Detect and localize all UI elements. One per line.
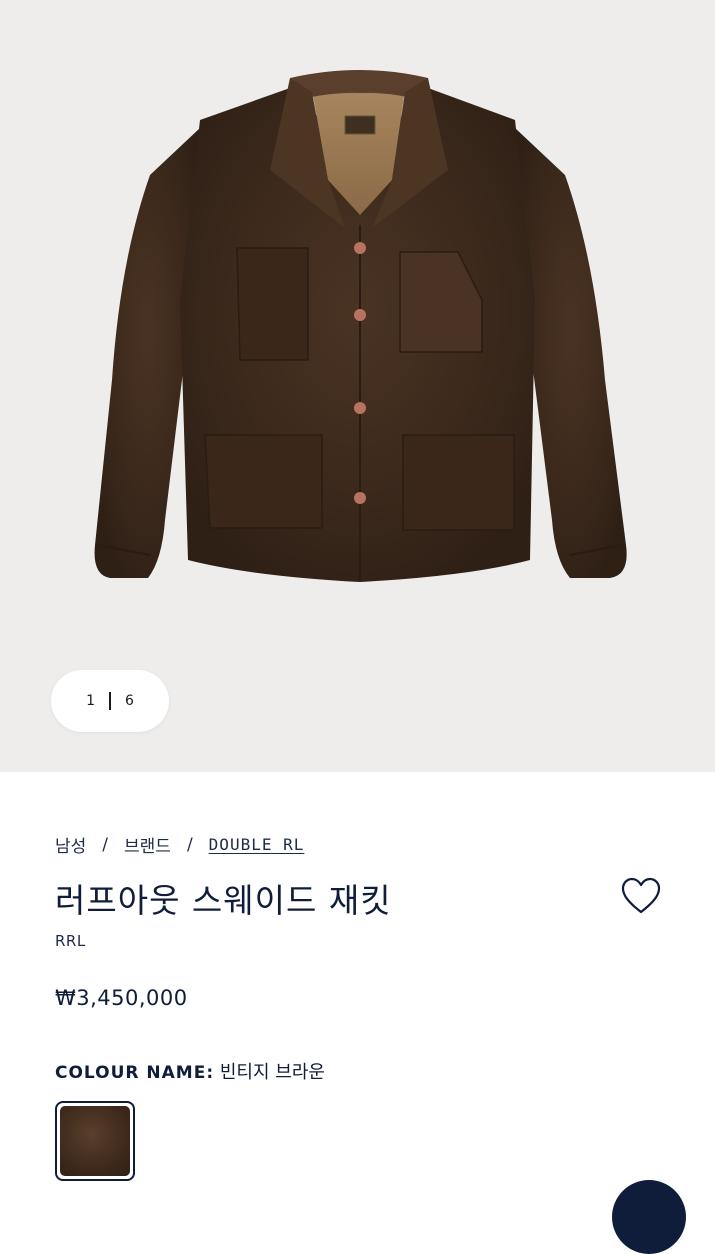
breadcrumb: 남성 / 브랜드 / DOUBLE RL bbox=[55, 832, 305, 858]
floating-action-button[interactable] bbox=[612, 1180, 686, 1254]
colour-name-row: COLOUR NAME: 빈티지 브라운 bbox=[55, 1058, 325, 1084]
breadcrumb-item-brand[interactable]: 브랜드 bbox=[124, 832, 171, 857]
colour-swatch-selected[interactable] bbox=[55, 1101, 135, 1181]
colour-name-value: 빈티지 브라운 bbox=[219, 1062, 325, 1083]
image-counter: 1 6 bbox=[51, 670, 169, 732]
product-price: ₩3,450,000 bbox=[55, 986, 188, 1010]
breadcrumb-item-double-rl[interactable]: DOUBLE RL bbox=[209, 835, 305, 854]
colour-name-label: COLOUR NAME: bbox=[55, 1063, 215, 1083]
counter-total: 6 bbox=[125, 693, 134, 709]
heart-outline-icon bbox=[621, 877, 661, 914]
counter-divider bbox=[109, 692, 111, 710]
product-image[interactable] bbox=[0, 0, 715, 772]
swatch-image bbox=[60, 1106, 130, 1176]
breadcrumb-separator: / bbox=[186, 834, 193, 855]
product-brand: RRL bbox=[55, 932, 86, 950]
breadcrumb-separator: / bbox=[102, 834, 109, 855]
product-gallery[interactable]: 1 6 bbox=[0, 0, 715, 772]
breadcrumb-item-men[interactable]: 남성 bbox=[55, 832, 86, 857]
counter-current: 1 bbox=[86, 693, 95, 709]
wishlist-button[interactable] bbox=[620, 876, 662, 916]
product-title: 러프아웃 스웨이드 재킷 bbox=[55, 881, 392, 920]
